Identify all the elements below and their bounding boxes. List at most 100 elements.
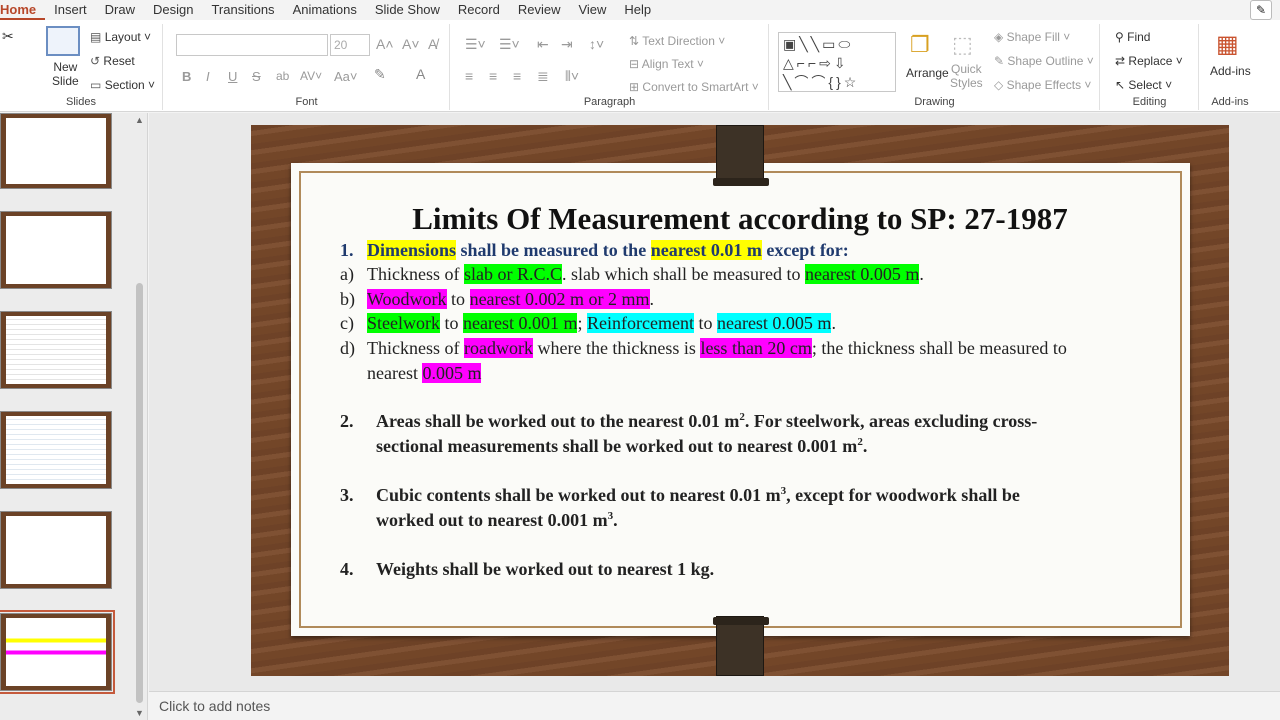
paint-bucket-icon: ◈ [994, 30, 1004, 44]
item-2-number: 2. [340, 411, 354, 431]
drawing-group-label: Drawing [914, 96, 955, 108]
shape-fill-button[interactable]: ◈ Shape Fill ˅ [994, 30, 1070, 44]
bullets-icon[interactable]: ☰˅ [465, 36, 486, 53]
slide-thumbnail-1[interactable] [0, 113, 112, 189]
slide-thumbnail-2[interactable] [0, 211, 112, 289]
quick-styles-icon[interactable]: ⬚ [952, 32, 973, 58]
spacing-icon[interactable]: AV˅ [300, 69, 322, 83]
indent-increase-icon[interactable]: ⇥ [561, 36, 573, 53]
new-slide-icon[interactable] [46, 26, 80, 56]
underline-icon[interactable]: U [228, 69, 237, 84]
item-c-text[interactable]: Steelwork to nearest 0.001 m; Reinforcem… [367, 313, 836, 334]
item-b-text[interactable]: Woodwork to nearest 0.002 m or 2 mm. [367, 289, 654, 310]
tab-help[interactable]: Help [615, 0, 660, 20]
slides-group: ✂ New Slide ▤ Layout ˅ ↺ Reset ▭ Section… [0, 24, 163, 110]
addins-icon[interactable]: ▦ [1216, 30, 1239, 59]
smartart-icon: ⊞ [629, 80, 640, 94]
item-d-text-line1[interactable]: Thickness of roadwork where the thicknes… [367, 338, 1067, 359]
item-1-number: 1. [340, 240, 354, 260]
tab-draw[interactable]: Draw [96, 0, 144, 20]
font-color-icon[interactable]: A [416, 66, 425, 82]
decrease-font-icon[interactable]: A˅ [402, 36, 420, 52]
current-slide[interactable]: Limits Of Measurement according to SP: 2… [251, 125, 1229, 676]
item-a-text[interactable]: Thickness of slab or R.C.C. slab which s… [367, 264, 924, 285]
layout-button[interactable]: ▤ Layout ˅ [90, 30, 151, 44]
item-2-line2[interactable]: sectional measurements shall be worked o… [376, 436, 867, 457]
text-direction-button[interactable]: ⇅ Text Direction ˅ [629, 34, 725, 48]
slide-thumbnail-6[interactable] [0, 610, 115, 694]
tab-home[interactable]: Home [0, 0, 46, 20]
tab-animations[interactable]: Animations [284, 0, 366, 20]
find-button[interactable]: ⚲ Find [1115, 30, 1150, 44]
slide-thumbnail-5[interactable] [0, 511, 112, 589]
notes-placeholder[interactable]: Click to add notes [159, 698, 270, 714]
quick-styles-button[interactable]: Quick Styles [950, 62, 983, 90]
scrollbar-thumb[interactable] [136, 283, 143, 703]
tab-view[interactable]: View [569, 0, 615, 20]
font-name-input[interactable] [176, 34, 328, 56]
bold-icon[interactable]: B [182, 69, 191, 84]
tab-insert[interactable]: Insert [45, 0, 96, 20]
shape-outline-button[interactable]: ✎ Shape Outline ˅ [994, 54, 1094, 68]
tab-slide-show[interactable]: Slide Show [366, 0, 449, 20]
font-size-input[interactable]: 20 [330, 34, 370, 56]
highlight-icon[interactable]: ✎ [374, 66, 386, 83]
increase-font-icon[interactable]: A˄ [376, 36, 394, 52]
item-c-label: c) [340, 313, 354, 333]
font-group: 20 A˄ A˅ A̸ B I U S ab AV˅ Aa˅ ✎ A Font [164, 24, 450, 110]
item-3-number: 3. [340, 485, 354, 505]
tab-transitions[interactable]: Transitions [202, 0, 283, 20]
italic-icon[interactable]: I [206, 69, 210, 84]
comments-icon[interactable]: ✎ [1250, 0, 1272, 20]
drawing-group: ▣╲╲▭⬭ △⌐⌐⇨⇩ ╲⌒⌒{}☆ ❐ Arrange ⬚ Quick Style… [770, 24, 1100, 110]
strikethrough-icon[interactable]: S [252, 69, 261, 84]
ribbon: ✂ New Slide ▤ Layout ˅ ↺ Reset ▭ Section… [0, 20, 1280, 112]
align-right-icon[interactable]: ≡ [513, 68, 521, 84]
reset-button[interactable]: ↺ Reset [90, 54, 135, 68]
tab-review[interactable]: Review [509, 0, 570, 20]
item-2-line1[interactable]: Areas shall be worked out to the nearest… [376, 411, 1037, 432]
search-icon: ⚲ [1115, 30, 1124, 44]
text-direction-icon: ⇅ [629, 34, 640, 48]
columns-icon[interactable]: ⫴˅ [565, 68, 579, 85]
tab-design[interactable]: Design [144, 0, 202, 20]
new-slide-button[interactable]: New Slide [52, 60, 79, 88]
change-case-icon[interactable]: Aa˅ [334, 69, 358, 84]
align-text-button[interactable]: ⊟ Align Text ˅ [629, 57, 704, 71]
notes-pane[interactable]: Click to add notes [149, 691, 1280, 720]
select-button[interactable]: ↖ Select ˅ [1115, 78, 1172, 92]
slide-thumbnail-3[interactable] [0, 311, 112, 389]
numbering-icon[interactable]: ☰˅ [499, 36, 520, 53]
reset-icon: ↺ [90, 54, 101, 68]
tab-record[interactable]: Record [449, 0, 509, 20]
line-spacing-icon[interactable]: ↕˅ [589, 36, 604, 52]
indent-decrease-icon[interactable]: ⇤ [537, 36, 549, 53]
align-center-icon[interactable]: ≡ [489, 68, 497, 84]
slides-group-label: Slides [66, 96, 96, 108]
item-d-text-line2[interactable]: nearest 0.005 m [367, 363, 482, 384]
scroll-up-icon[interactable]: ▲ [135, 115, 144, 125]
char-spacing-icon[interactable]: ab [276, 69, 289, 83]
item-4-line1[interactable]: Weights shall be worked out to nearest 1… [376, 559, 714, 580]
slide-title[interactable]: Limits Of Measurement according to SP: 2… [251, 201, 1229, 237]
arrange-button[interactable]: Arrange [906, 66, 949, 80]
smartart-button[interactable]: ⊞ Convert to SmartArt ˅ [629, 80, 759, 94]
clipboard-icon[interactable]: ✂ [2, 28, 14, 45]
shape-effects-button[interactable]: ◇ Shape Effects ˅ [994, 78, 1091, 92]
slide-thumbnail-4[interactable] [0, 411, 112, 489]
replace-button[interactable]: ⇄ Replace ˅ [1115, 54, 1183, 68]
thumbnails-scrollbar[interactable]: ▲ ▼ [134, 113, 146, 720]
clear-format-icon[interactable]: A̸ [428, 36, 437, 52]
align-left-icon[interactable]: ≡ [465, 68, 473, 84]
cursor-icon: ↖ [1115, 78, 1126, 92]
addins-button[interactable]: Add-ins [1210, 64, 1251, 78]
arrange-icon[interactable]: ❐ [910, 32, 930, 58]
scroll-down-icon[interactable]: ▼ [135, 708, 144, 718]
section-button[interactable]: ▭ Section ˅ [90, 78, 155, 92]
justify-icon[interactable]: ≣ [537, 68, 549, 85]
item-3-line2[interactable]: worked out to nearest 0.001 m3. [376, 510, 618, 531]
item-3-line1[interactable]: Cubic contents shall be worked out to ne… [376, 485, 1020, 506]
shapes-gallery[interactable]: ▣╲╲▭⬭ △⌐⌐⇨⇩ ╲⌒⌒{}☆ [778, 32, 896, 92]
item-1-text[interactable]: Dimensions shall be measured to the near… [367, 240, 849, 261]
item-d-label: d) [340, 338, 355, 358]
